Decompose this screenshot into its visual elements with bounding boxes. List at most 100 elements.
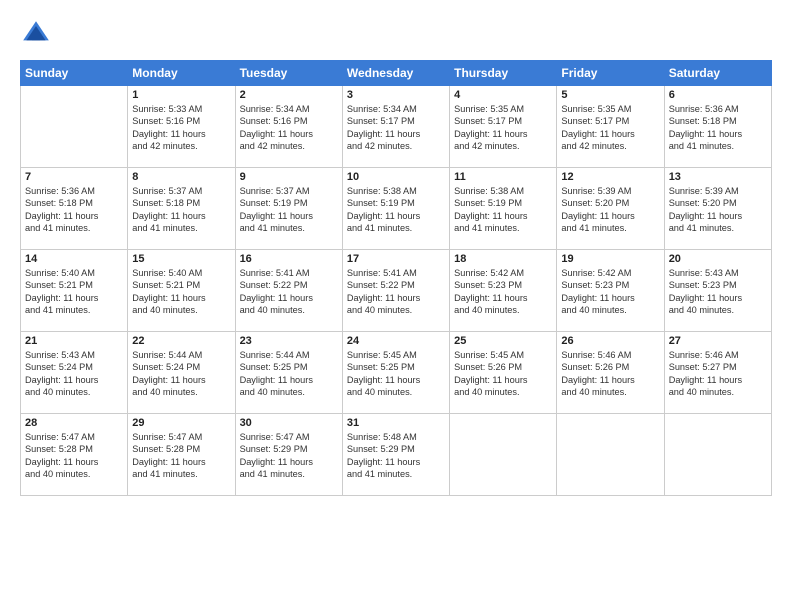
calendar-cell: 10 Sunrise: 5:38 AM Sunset: 5:19 PM Dayli…	[342, 168, 449, 250]
day-number: 25	[454, 335, 552, 347]
day-number: 11	[454, 171, 552, 183]
calendar-cell: 31 Sunrise: 5:48 AM Sunset: 5:29 PM Dayli…	[342, 414, 449, 496]
day-number: 24	[347, 335, 445, 347]
day-detail: Sunrise: 5:44 AM Sunset: 5:24 PM Dayligh…	[132, 349, 230, 399]
calendar-cell	[450, 414, 557, 496]
header-day-friday: Friday	[557, 61, 664, 86]
calendar-cell: 2 Sunrise: 5:34 AM Sunset: 5:16 PM Daylig…	[235, 86, 342, 168]
day-number: 15	[132, 253, 230, 265]
calendar-cell: 7 Sunrise: 5:36 AM Sunset: 5:18 PM Daylig…	[21, 168, 128, 250]
header-day-tuesday: Tuesday	[235, 61, 342, 86]
day-detail: Sunrise: 5:48 AM Sunset: 5:29 PM Dayligh…	[347, 431, 445, 481]
header-day-monday: Monday	[128, 61, 235, 86]
calendar-cell: 30 Sunrise: 5:47 AM Sunset: 5:29 PM Dayli…	[235, 414, 342, 496]
day-number: 6	[669, 89, 767, 101]
day-number: 17	[347, 253, 445, 265]
calendar-cell: 8 Sunrise: 5:37 AM Sunset: 5:18 PM Daylig…	[128, 168, 235, 250]
day-detail: Sunrise: 5:43 AM Sunset: 5:24 PM Dayligh…	[25, 349, 123, 399]
calendar-cell: 26 Sunrise: 5:46 AM Sunset: 5:26 PM Dayli…	[557, 332, 664, 414]
calendar-cell: 20 Sunrise: 5:43 AM Sunset: 5:23 PM Dayli…	[664, 250, 771, 332]
week-row-3: 21 Sunrise: 5:43 AM Sunset: 5:24 PM Dayli…	[21, 332, 772, 414]
day-detail: Sunrise: 5:47 AM Sunset: 5:28 PM Dayligh…	[25, 431, 123, 481]
day-number: 20	[669, 253, 767, 265]
calendar-cell: 14Sunrise: 5:40 AM Sunset: 5:21 PM Dayli…	[21, 250, 128, 332]
calendar-cell: 25 Sunrise: 5:45 AM Sunset: 5:26 PM Dayli…	[450, 332, 557, 414]
header	[20, 18, 772, 50]
calendar-cell: 29 Sunrise: 5:47 AM Sunset: 5:28 PM Dayli…	[128, 414, 235, 496]
day-detail: Sunrise: 5:41 AM Sunset: 5:22 PM Dayligh…	[240, 267, 338, 317]
day-detail: Sunrise: 5:34 AM Sunset: 5:17 PM Dayligh…	[347, 103, 445, 153]
day-detail: Sunrise: 5:46 AM Sunset: 5:26 PM Dayligh…	[561, 349, 659, 399]
day-number: 13	[669, 171, 767, 183]
day-detail: Sunrise: 5:38 AM Sunset: 5:19 PM Dayligh…	[347, 185, 445, 235]
day-detail: Sunrise: 5:45 AM Sunset: 5:26 PM Dayligh…	[454, 349, 552, 399]
header-day-wednesday: Wednesday	[342, 61, 449, 86]
calendar-cell: 27 Sunrise: 5:46 AM Sunset: 5:27 PM Dayli…	[664, 332, 771, 414]
calendar-cell: 19Sunrise: 5:42 AM Sunset: 5:23 PM Dayli…	[557, 250, 664, 332]
day-detail: Sunrise: 5:33 AM Sunset: 5:16 PM Dayligh…	[132, 103, 230, 153]
calendar-cell	[557, 414, 664, 496]
day-number: 29	[132, 417, 230, 429]
day-number: 27	[669, 335, 767, 347]
day-detail: Sunrise: 5:43 AM Sunset: 5:23 PM Dayligh…	[669, 267, 767, 317]
day-detail: Sunrise: 5:40 AM Sunset: 5:21 PM Dayligh…	[132, 267, 230, 317]
calendar-cell: 15 Sunrise: 5:40 AM Sunset: 5:21 PM Dayli…	[128, 250, 235, 332]
header-day-thursday: Thursday	[450, 61, 557, 86]
calendar-cell: 6 Sunrise: 5:36 AM Sunset: 5:18 PM Daylig…	[664, 86, 771, 168]
week-row-0: 1 Sunrise: 5:33 AM Sunset: 5:16 PM Daylig…	[21, 86, 772, 168]
calendar-cell: 13 Sunrise: 5:39 AM Sunset: 5:20 PM Dayli…	[664, 168, 771, 250]
day-number: 7	[25, 171, 123, 183]
day-number: 19	[561, 253, 659, 265]
calendar-cell: 21 Sunrise: 5:43 AM Sunset: 5:24 PM Dayli…	[21, 332, 128, 414]
day-number: 21	[25, 335, 123, 347]
header-day-sunday: Sunday	[21, 61, 128, 86]
day-detail: Sunrise: 5:46 AM Sunset: 5:27 PM Dayligh…	[669, 349, 767, 399]
day-number: 3	[347, 89, 445, 101]
day-number: 1	[132, 89, 230, 101]
day-number: 31	[347, 417, 445, 429]
calendar-cell: 9Sunrise: 5:37 AM Sunset: 5:19 PM Daylig…	[235, 168, 342, 250]
day-number: 10	[347, 171, 445, 183]
calendar-cell: 1 Sunrise: 5:33 AM Sunset: 5:16 PM Daylig…	[128, 86, 235, 168]
day-detail: Sunrise: 5:39 AM Sunset: 5:20 PM Dayligh…	[561, 185, 659, 235]
logo	[20, 18, 56, 50]
logo-icon	[20, 18, 52, 50]
day-detail: Sunrise: 5:38 AM Sunset: 5:19 PM Dayligh…	[454, 185, 552, 235]
calendar-cell: 5 Sunrise: 5:35 AM Sunset: 5:17 PM Daylig…	[557, 86, 664, 168]
day-detail: Sunrise: 5:34 AM Sunset: 5:16 PM Dayligh…	[240, 103, 338, 153]
day-number: 4	[454, 89, 552, 101]
day-detail: Sunrise: 5:44 AM Sunset: 5:25 PM Dayligh…	[240, 349, 338, 399]
calendar-table: SundayMondayTuesdayWednesdayThursdayFrid…	[20, 60, 772, 496]
day-detail: Sunrise: 5:35 AM Sunset: 5:17 PM Dayligh…	[454, 103, 552, 153]
day-number: 18	[454, 253, 552, 265]
day-detail: Sunrise: 5:39 AM Sunset: 5:20 PM Dayligh…	[669, 185, 767, 235]
day-detail: Sunrise: 5:47 AM Sunset: 5:29 PM Dayligh…	[240, 431, 338, 481]
day-detail: Sunrise: 5:36 AM Sunset: 5:18 PM Dayligh…	[669, 103, 767, 153]
calendar-cell: 24 Sunrise: 5:45 AM Sunset: 5:25 PM Dayli…	[342, 332, 449, 414]
calendar-cell: 17 Sunrise: 5:41 AM Sunset: 5:22 PM Dayli…	[342, 250, 449, 332]
day-number: 5	[561, 89, 659, 101]
day-number: 30	[240, 417, 338, 429]
day-number: 22	[132, 335, 230, 347]
calendar-cell: 11 Sunrise: 5:38 AM Sunset: 5:19 PM Dayli…	[450, 168, 557, 250]
calendar-cell: 28Sunrise: 5:47 AM Sunset: 5:28 PM Dayli…	[21, 414, 128, 496]
calendar-cell: 3 Sunrise: 5:34 AM Sunset: 5:17 PM Daylig…	[342, 86, 449, 168]
calendar-cell: 4 Sunrise: 5:35 AM Sunset: 5:17 PM Daylig…	[450, 86, 557, 168]
day-number: 8	[132, 171, 230, 183]
day-number: 2	[240, 89, 338, 101]
day-detail: Sunrise: 5:45 AM Sunset: 5:25 PM Dayligh…	[347, 349, 445, 399]
day-number: 14	[25, 253, 123, 265]
calendar-cell: 18Sunrise: 5:42 AM Sunset: 5:23 PM Dayli…	[450, 250, 557, 332]
day-detail: Sunrise: 5:41 AM Sunset: 5:22 PM Dayligh…	[347, 267, 445, 317]
day-detail: Sunrise: 5:37 AM Sunset: 5:19 PM Dayligh…	[240, 185, 338, 235]
week-row-1: 7 Sunrise: 5:36 AM Sunset: 5:18 PM Daylig…	[21, 168, 772, 250]
day-detail: Sunrise: 5:36 AM Sunset: 5:18 PM Dayligh…	[25, 185, 123, 235]
day-detail: Sunrise: 5:47 AM Sunset: 5:28 PM Dayligh…	[132, 431, 230, 481]
day-number: 12	[561, 171, 659, 183]
day-number: 16	[240, 253, 338, 265]
day-detail: Sunrise: 5:37 AM Sunset: 5:18 PM Dayligh…	[132, 185, 230, 235]
calendar-cell: 12 Sunrise: 5:39 AM Sunset: 5:20 PM Dayli…	[557, 168, 664, 250]
day-number: 26	[561, 335, 659, 347]
day-detail: Sunrise: 5:35 AM Sunset: 5:17 PM Dayligh…	[561, 103, 659, 153]
calendar-cell: 16 Sunrise: 5:41 AM Sunset: 5:22 PM Dayli…	[235, 250, 342, 332]
